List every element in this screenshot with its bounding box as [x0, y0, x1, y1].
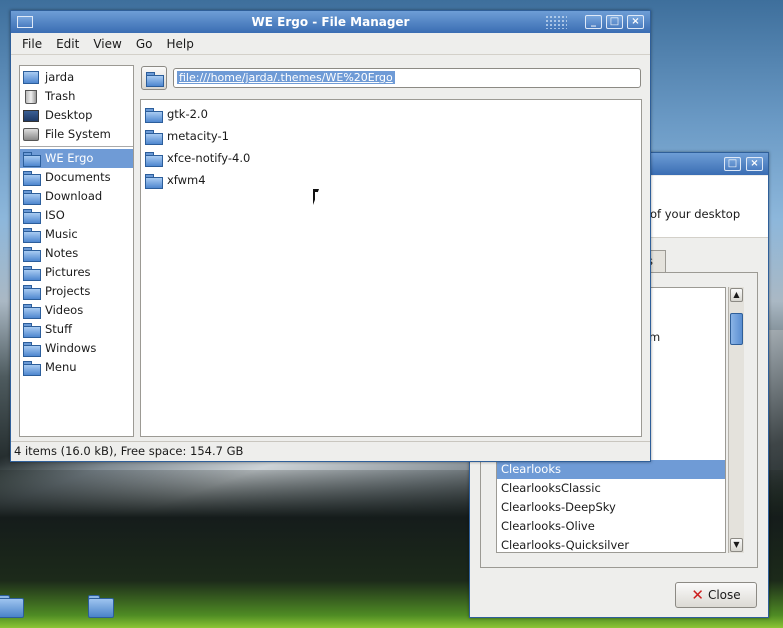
folder-icon: [23, 342, 41, 357]
list-item[interactable]: Clearlooks: [497, 460, 725, 479]
close-window-button[interactable]: ×: [627, 15, 644, 29]
window-title: WE Ergo - File Manager: [251, 15, 410, 29]
file-list: gtk-2.0 metacity-1 xfce-notify-4.0 xfwm4: [140, 99, 642, 437]
list-item[interactable]: ClearlooksClassic: [497, 479, 725, 498]
mouse-pointer-icon: [313, 189, 325, 205]
folder-icon: [23, 266, 41, 281]
sidebar-item-bookmark[interactable]: ISO: [20, 206, 133, 225]
folder-icon: [145, 130, 163, 145]
folder-icon: [145, 174, 163, 189]
sidebar-item-bookmark[interactable]: Menu: [20, 358, 133, 377]
folder-icon: [23, 323, 41, 338]
folder-icon: [146, 71, 164, 87]
menu-file[interactable]: File: [15, 37, 49, 51]
desktop-folder-icon[interactable]: [86, 590, 118, 618]
sidebar-item-desktop[interactable]: Desktop: [20, 106, 133, 125]
menu-go[interactable]: Go: [129, 37, 160, 51]
sidebar-item-bookmark[interactable]: Documents: [20, 168, 133, 187]
close-label: Close: [707, 588, 741, 602]
folder-icon: [23, 209, 41, 224]
appearance-description: of your desktop: [650, 207, 741, 221]
close-button[interactable]: ✕ Close: [675, 582, 757, 608]
menu-view[interactable]: View: [86, 37, 128, 51]
folder-icon: [23, 247, 41, 262]
sidebar-item-bookmark[interactable]: Videos: [20, 301, 133, 320]
folder-icon: [145, 152, 163, 167]
minimize-button[interactable]: _: [585, 15, 602, 29]
sidebar-item-trash[interactable]: Trash: [20, 87, 133, 106]
scroll-up-icon[interactable]: ▲: [730, 288, 743, 302]
folder-icon: [23, 190, 41, 205]
status-text: 4 items (16.0 kB), Free space: 154.7 GB: [14, 444, 244, 458]
file-manager-titlebar[interactable]: WE Ergo - File Manager _ □ ×: [11, 11, 650, 33]
sidebar-item-bookmark[interactable]: Download: [20, 187, 133, 206]
list-item[interactable]: xfce-notify-4.0: [141, 147, 641, 169]
status-bar: 4 items (16.0 kB), Free space: 154.7 GB: [11, 441, 650, 461]
close-window-button[interactable]: ×: [746, 157, 763, 171]
list-item[interactable]: Clearlooks-DeepSky: [497, 498, 725, 517]
list-item[interactable]: Clearlooks-Olive: [497, 517, 725, 536]
list-item[interactable]: xfwm4: [141, 169, 641, 191]
sidebar-item-filesystem[interactable]: File System: [20, 125, 133, 144]
sidebar-item-bookmark[interactable]: Pictures: [20, 263, 133, 282]
location-toggle-button[interactable]: [141, 66, 167, 90]
list-item[interactable]: Clearlooks-Quicksilver: [497, 536, 725, 555]
home-icon: [23, 71, 39, 84]
list-item[interactable]: gtk-2.0: [141, 103, 641, 125]
sidebar-item-bookmark[interactable]: Notes: [20, 244, 133, 263]
folder-icon: [23, 304, 41, 319]
drive-icon: [23, 128, 39, 141]
sidebar-item-bookmark[interactable]: WE Ergo: [20, 149, 133, 168]
sidebar-item-bookmark[interactable]: Windows: [20, 339, 133, 358]
sidebar-item-bookmark[interactable]: Music: [20, 225, 133, 244]
list-item[interactable]: metacity-1: [141, 125, 641, 147]
folder-icon: [23, 228, 41, 243]
theme-list-scrollbar[interactable]: ▲ ▼: [728, 287, 744, 553]
folder-icon: [23, 152, 41, 167]
location-input[interactable]: file:///home/jarda/.themes/WE%20Ergo: [173, 68, 641, 88]
sidebar-item-home[interactable]: jarda: [20, 68, 133, 87]
menu-bar: File Edit View Go Help: [11, 33, 650, 55]
file-manager-window: WE Ergo - File Manager _ □ × File Edit V…: [10, 10, 651, 462]
menu-help[interactable]: Help: [159, 37, 200, 51]
folder-icon: [23, 171, 41, 186]
sidebar-separator: [20, 146, 133, 147]
close-icon: ✕: [691, 585, 704, 604]
desktop-icon: [23, 109, 39, 122]
desktop-folder-icon[interactable]: [0, 590, 28, 618]
sidebar: jarda Trash Desktop File System WE Ergo …: [19, 65, 134, 437]
maximize-button[interactable]: □: [724, 157, 741, 171]
scroll-thumb[interactable]: [730, 313, 743, 345]
menu-edit[interactable]: Edit: [49, 37, 86, 51]
sidebar-item-bookmark[interactable]: Projects: [20, 282, 133, 301]
sidebar-item-bookmark[interactable]: Stuff: [20, 320, 133, 339]
folder-icon: [23, 361, 41, 376]
maximize-button[interactable]: □: [606, 15, 623, 29]
folder-icon: [145, 108, 163, 123]
window-menu-icon[interactable]: [17, 16, 33, 28]
location-text: file:///home/jarda/.themes/WE%20Ergo: [177, 71, 395, 84]
scroll-down-icon[interactable]: ▼: [730, 538, 743, 552]
trash-icon: [25, 89, 37, 104]
titlebar-grip-icon: [545, 15, 567, 29]
folder-icon: [23, 285, 41, 300]
